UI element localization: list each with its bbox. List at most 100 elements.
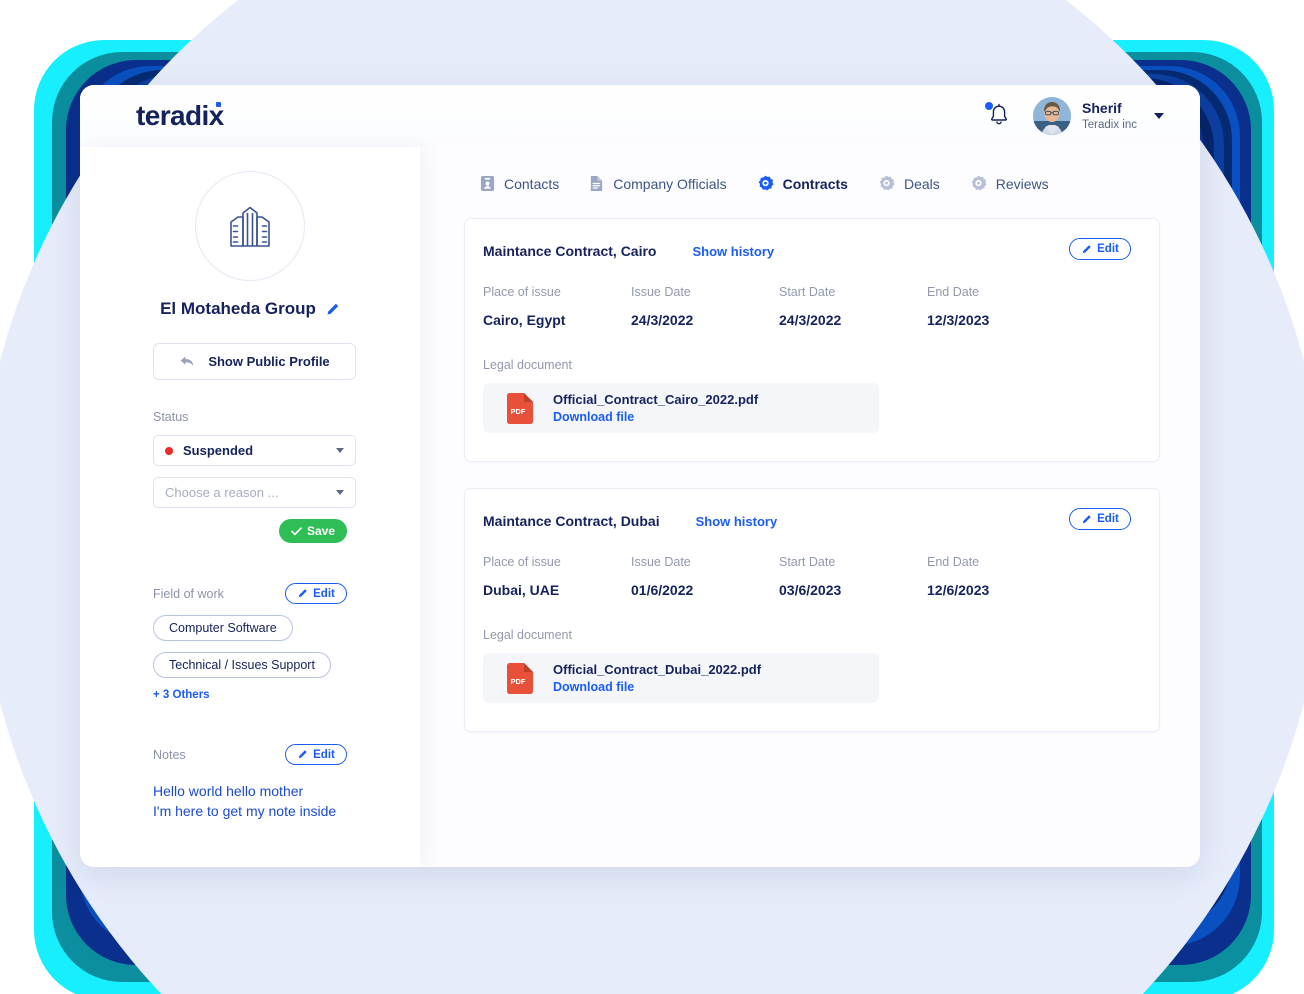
save-status-button[interactable]: Save (279, 519, 347, 543)
notes-section: Notes Edit Hello world hello mother I'm … (153, 744, 347, 822)
edit-contract-button[interactable]: Edit (1069, 238, 1131, 260)
status-value: Suspended (183, 443, 254, 458)
field-label: Start Date (779, 285, 836, 299)
field-start-date: Start Date 24/3/2022 (779, 285, 927, 328)
check-icon (291, 526, 302, 535)
edit-label: Edit (313, 587, 335, 600)
status-section: Status Suspended Choose a reason ... Sav… (153, 410, 356, 543)
field-label: Start Date (779, 555, 836, 569)
download-file-link[interactable]: Download file (553, 680, 761, 694)
company-logo (195, 171, 305, 281)
tab-label: Contacts (504, 175, 560, 192)
badge-gear-icon (879, 175, 895, 191)
pencil-icon (298, 750, 307, 759)
tab-company-officials[interactable]: Company Officials (589, 175, 727, 192)
edit-label: Edit (1097, 513, 1119, 525)
status-label: Status (153, 410, 189, 424)
tab-contacts[interactable]: Contacts (480, 175, 559, 192)
building-icon (230, 206, 270, 247)
status-reason-select[interactable]: Choose a reason ... (153, 477, 356, 508)
notes-header: Notes Edit (153, 744, 347, 765)
edit-notes-button[interactable]: Edit (285, 744, 347, 765)
edit-label: Edit (1097, 243, 1119, 255)
field-place-of-issue: Place of issue Dubai, UAE (483, 555, 631, 598)
badge-gear-icon (758, 175, 774, 191)
pencil-icon (1082, 514, 1091, 523)
notes-body: Hello world hello mother I'm here to get… (153, 781, 347, 822)
field-end-date: End Date 12/3/2023 (927, 285, 1075, 328)
field-issue-date: Issue Date 01/6/2022 (631, 555, 779, 598)
field-issue-date: Issue Date 24/3/2022 (631, 285, 779, 328)
status-dot (165, 446, 173, 455)
teradix-logo[interactable]: teradix (136, 100, 224, 132)
contract-card-header: Maintance Contract, Cairo Show history E… (483, 238, 1131, 260)
logo-text: teradix (136, 100, 224, 131)
tab-deals[interactable]: Deals (878, 175, 940, 192)
badge-gear-icon (971, 175, 987, 191)
field-value: 12/3/2023 (927, 312, 990, 328)
edit-contract-button[interactable]: Edit (1069, 508, 1131, 530)
contract-fields: Place of issue Cairo, Egypt Issue Date 2… (483, 285, 1131, 328)
show-public-profile-button[interactable]: Show Public Profile (153, 343, 356, 380)
show-history-link[interactable]: Show history (692, 244, 774, 259)
more-tags-link[interactable]: + 3 Others (153, 689, 347, 701)
back-arrow-icon (181, 356, 194, 366)
field-value: 24/3/2022 (631, 312, 694, 328)
tag-item[interactable]: Technical / Issues Support (153, 652, 331, 678)
field-of-work-header: Field of work Edit (153, 583, 347, 604)
field-start-date: Start Date 03/6/2023 (779, 555, 927, 598)
pencil-icon (298, 589, 307, 598)
sidebar-inner: Show Public Profile Status Suspended Cho… (80, 343, 420, 822)
app-body: El Motaheda Group Show Public Profile St… (80, 147, 1200, 867)
chevron-down-icon (336, 490, 344, 495)
status-select[interactable]: Suspended (153, 435, 356, 466)
user-name: Sherif (1082, 100, 1122, 117)
notes-line-2: I'm here to get my note inside (153, 803, 337, 820)
legal-document-label: Legal document (483, 628, 572, 642)
tab-label: Deals (903, 175, 940, 192)
edit-field-of-work-button[interactable]: Edit (285, 583, 347, 604)
tag-item[interactable]: Computer Software (153, 615, 293, 641)
contract-title: Maintance Contract, Dubai (483, 513, 660, 529)
user-menu[interactable]: Sherif Teradix inc (1033, 97, 1164, 135)
field-label: Place of issue (483, 285, 561, 299)
field-of-work-tags: Computer Software Technical / Issues Sup… (153, 604, 347, 678)
notifications-button[interactable] (985, 102, 1011, 130)
tab-contracts[interactable]: Contracts (757, 175, 848, 192)
notes-line-1: Hello world hello mother (153, 783, 304, 799)
show-history-link[interactable]: Show history (696, 514, 778, 529)
pdf-icon: PDF (507, 392, 533, 424)
field-value: Dubai, UAE (483, 582, 560, 598)
status-reason-placeholder: Choose a reason ... (165, 485, 279, 500)
contract-title: Maintance Contract, Cairo (483, 243, 657, 259)
document-filename: Official_Contract_Cairo_2022.pdf (553, 392, 759, 407)
pencil-icon (1082, 244, 1091, 253)
field-label: Issue Date (631, 285, 691, 299)
field-value: 12/6/2023 (927, 582, 990, 598)
document-icon (591, 176, 603, 191)
tab-label: Contracts (782, 175, 848, 192)
field-label: End Date (927, 555, 980, 569)
entity-tabs: Contacts Company Officials Contracts Dea… (464, 175, 1160, 192)
legal-document-item[interactable]: PDF Official_Contract_Cairo_2022.pdf Dow… (483, 383, 879, 433)
tab-label: Company Officials (613, 175, 727, 192)
user-info: Sherif Teradix inc (1082, 100, 1137, 132)
header-right-group: Sherif Teradix inc (985, 97, 1164, 135)
avatar-photo (1033, 97, 1072, 135)
field-label: End Date (927, 285, 980, 299)
field-label: Place of issue (483, 555, 561, 569)
pencil-icon[interactable] (325, 302, 340, 317)
show-public-profile-label: Show Public Profile (208, 354, 330, 369)
edit-label: Edit (313, 748, 335, 761)
field-value: 01/6/2022 (631, 582, 694, 598)
legal-document-text: Official_Contract_Dubai_2022.pdf Downloa… (553, 662, 761, 694)
field-value: Cairo, Egypt (483, 312, 566, 328)
chevron-down-icon (1154, 113, 1164, 119)
download-file-link[interactable]: Download file (553, 410, 758, 424)
company-sidebar: El Motaheda Group Show Public Profile St… (80, 147, 420, 867)
company-name-row: El Motaheda Group (80, 299, 420, 319)
tab-reviews[interactable]: Reviews (970, 175, 1049, 192)
legal-document-item[interactable]: PDF Official_Contract_Dubai_2022.pdf Dow… (483, 653, 879, 703)
logo-dot-accent (215, 102, 221, 107)
field-place-of-issue: Place of issue Cairo, Egypt (483, 285, 631, 328)
